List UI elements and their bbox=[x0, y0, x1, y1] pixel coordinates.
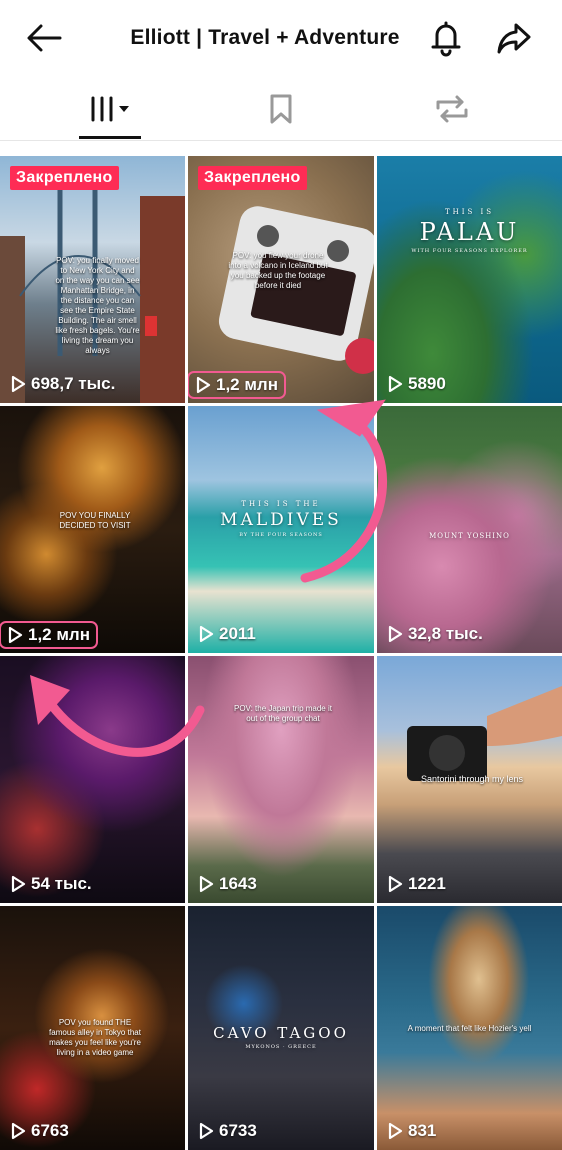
video-tile[interactable]: POV you found THE famous alley in Tokyo … bbox=[0, 906, 185, 1150]
view-count-label: 32,8 тыс. bbox=[408, 624, 483, 643]
play-icon bbox=[11, 375, 26, 393]
play-icon bbox=[8, 626, 23, 644]
tile-title: CAVO TAGOO bbox=[213, 1024, 349, 1042]
view-count: 6763 bbox=[10, 1121, 69, 1141]
share-icon bbox=[497, 23, 531, 54]
view-count-label: 6733 bbox=[219, 1121, 257, 1140]
video-caption: POV YOU FINALLY DECIDED TO VISIT bbox=[59, 511, 131, 530]
play-icon bbox=[388, 875, 403, 893]
tile-subtitle: WITH FOUR SEASONS EXPLORER bbox=[411, 248, 528, 254]
video-tile[interactable]: Закреплено POV: you finally moved to New… bbox=[0, 156, 185, 403]
video-thumbnail bbox=[377, 156, 562, 403]
play-icon bbox=[388, 625, 403, 643]
tile-title-small: THIS IS bbox=[444, 208, 495, 216]
video-tile[interactable]: 54 тыс. bbox=[0, 656, 185, 903]
view-count: 54 тыс. bbox=[10, 874, 92, 894]
tile-title: MALDIVES bbox=[220, 510, 342, 530]
video-tile[interactable]: POV YOU FINALLY DECIDED TO VISIT 1,2 млн bbox=[0, 406, 185, 653]
video-thumbnail bbox=[188, 656, 374, 903]
tab-saved[interactable] bbox=[241, 80, 321, 138]
tile-subtitle: BY THE FOUR SEASONS bbox=[239, 532, 323, 538]
play-icon bbox=[11, 875, 26, 893]
tile-title: MOUNT YOSHINO bbox=[429, 532, 510, 540]
back-arrow-icon bbox=[27, 24, 62, 52]
video-caption: POV: you finally moved to New York City … bbox=[55, 256, 140, 355]
bell-icon bbox=[431, 21, 461, 57]
video-tile[interactable]: A moment that felt like Hozier's yell 83… bbox=[377, 906, 562, 1150]
view-count-label: 1,2 млн bbox=[28, 625, 90, 644]
share-button[interactable] bbox=[494, 18, 534, 58]
profile-tabs bbox=[0, 80, 562, 141]
view-count-label: 5890 bbox=[408, 374, 446, 393]
video-tile[interactable]: Santorini through my lens 1221 bbox=[377, 656, 562, 903]
video-caption: Santorini through my lens bbox=[420, 774, 524, 784]
view-count-label: 1221 bbox=[408, 874, 446, 893]
view-count: 2011 bbox=[198, 624, 256, 644]
tile-title: PALAU bbox=[419, 218, 520, 246]
pinned-badge: Закреплено bbox=[10, 166, 119, 190]
view-count: 1221 bbox=[387, 874, 446, 894]
play-icon bbox=[388, 375, 403, 393]
bookmark-icon bbox=[270, 94, 292, 124]
grid-icon bbox=[91, 96, 129, 122]
tile-subtitle: MYKONOS · GREECE bbox=[245, 1044, 317, 1050]
view-count-label: 831 bbox=[408, 1121, 437, 1140]
view-count-label: 698,7 тыс. bbox=[31, 374, 116, 393]
view-count-label: 2011 bbox=[219, 624, 256, 643]
active-tab-indicator bbox=[79, 136, 141, 139]
video-tile[interactable]: MOUNT YOSHINO 32,8 тыс. bbox=[377, 406, 562, 653]
video-caption: POV you found THE famous alley in Tokyo … bbox=[49, 1018, 141, 1057]
view-count: 1,2 млн bbox=[0, 621, 98, 649]
play-icon bbox=[196, 376, 211, 394]
video-tile[interactable]: Закреплено POV: you flew your drone into… bbox=[188, 156, 374, 403]
video-tile[interactable]: CAVO TAGOO MYKONOS · GREECE 6733 bbox=[188, 906, 374, 1150]
video-tile[interactable]: THIS IS PALAU WITH FOUR SEASONS EXPLORER… bbox=[377, 156, 562, 403]
tile-title-small: THIS IS THE bbox=[241, 500, 321, 508]
page-title: Elliott | Travel + Adventure bbox=[130, 26, 400, 49]
back-button[interactable] bbox=[24, 18, 64, 58]
view-count: 1643 bbox=[198, 874, 257, 894]
play-icon bbox=[199, 625, 214, 643]
view-count-label: 1,2 млн bbox=[216, 375, 278, 394]
pinned-badge: Закреплено bbox=[198, 166, 307, 190]
play-icon bbox=[199, 875, 214, 893]
video-tile[interactable]: THIS IS THE MALDIVES BY THE FOUR SEASONS… bbox=[188, 406, 374, 653]
video-caption: POV: you flew your drone into a volcano … bbox=[228, 251, 328, 290]
view-count-label: 54 тыс. bbox=[31, 874, 92, 893]
view-count: 32,8 тыс. bbox=[387, 624, 483, 644]
video-caption: A moment that felt like Hozier's yell bbox=[407, 1024, 532, 1033]
video-grid: Закреплено POV: you finally moved to New… bbox=[0, 156, 562, 1150]
profile-header: Elliott | Travel + Adventure bbox=[0, 0, 562, 78]
view-count-label: 6763 bbox=[31, 1121, 69, 1140]
video-tile[interactable]: POV: the Japan trip made it out of the g… bbox=[188, 656, 374, 903]
view-count-label: 1643 bbox=[219, 874, 257, 893]
video-thumbnail bbox=[377, 406, 562, 653]
view-count: 5890 bbox=[387, 374, 446, 394]
view-count: 1,2 млн bbox=[188, 371, 286, 399]
view-count: 698,7 тыс. bbox=[10, 374, 115, 394]
video-caption: POV: the Japan trip made it out of the g… bbox=[234, 704, 332, 723]
video-thumbnail bbox=[0, 656, 185, 903]
tab-reposts[interactable] bbox=[412, 80, 492, 138]
tab-videos[interactable] bbox=[70, 80, 150, 138]
view-count: 831 bbox=[387, 1121, 436, 1141]
view-count: 6733 bbox=[198, 1121, 257, 1141]
notifications-button[interactable] bbox=[426, 18, 466, 58]
play-icon bbox=[11, 1122, 26, 1140]
play-icon bbox=[388, 1122, 403, 1140]
repost-icon bbox=[436, 95, 468, 123]
play-icon bbox=[199, 1122, 214, 1140]
